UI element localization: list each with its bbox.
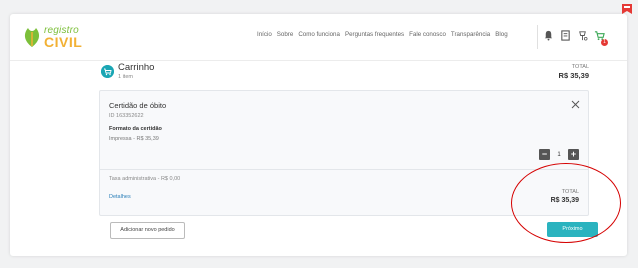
navbar: registro CIVIL Início Sobre Como funcion… [10, 14, 627, 61]
admin-fee: Taxa administrativa - R$ 0,00 [109, 176, 181, 182]
nav-link-transparencia[interactable]: Transparência [451, 31, 490, 38]
cart-item-count: 1 item [118, 74, 133, 80]
cart-item: Certidão de óbito ID 163352622 Formato d… [99, 90, 589, 216]
cart-title: Carrinho [118, 62, 155, 73]
logo-text-civil: CIVIL [44, 34, 83, 50]
quantity-value: 1 [557, 151, 561, 158]
divider [100, 169, 588, 170]
leaf-icon [24, 28, 40, 47]
details-link[interactable]: Detalhes [109, 194, 131, 200]
add-order-button[interactable]: Adicionar novo pedido [110, 222, 185, 239]
close-icon[interactable] [571, 100, 580, 109]
next-button[interactable]: Próximo [547, 222, 598, 237]
decrease-button[interactable]: − [539, 149, 550, 160]
nav-link-blog[interactable]: Blog [495, 31, 507, 38]
increase-button[interactable]: + [568, 149, 579, 160]
nav-link-perguntas[interactable]: Perguntas frequentes [345, 31, 404, 38]
document-icon[interactable] [560, 30, 571, 41]
cart-total-value: R$ 35,39 [558, 71, 589, 80]
item-title: Certidão de óbito [109, 101, 167, 110]
cart-header-icon [101, 65, 114, 78]
nav-link-como-funciona[interactable]: Como funciona [298, 31, 340, 38]
main-card: registro CIVIL Início Sobre Como funcion… [10, 14, 627, 256]
cart-count-badge: 1 [601, 39, 608, 46]
bookmark-icon [622, 4, 632, 14]
bell-icon[interactable] [543, 30, 554, 41]
logo[interactable]: registro CIVIL [22, 24, 92, 50]
cart-total-label: TOTAL [571, 64, 589, 70]
nav-link-sobre[interactable]: Sobre [277, 31, 294, 38]
quantity-stepper: − 1 + [539, 149, 579, 160]
item-id: ID 163352622 [109, 113, 144, 119]
item-total-label: TOTAL [561, 189, 579, 195]
nav-links: Início Sobre Como funciona Perguntas fre… [257, 31, 508, 38]
item-format-value: Impressa - R$ 35,39 [109, 136, 159, 142]
pin-icon[interactable] [577, 30, 588, 41]
nav-link-inicio[interactable]: Início [257, 31, 272, 38]
nav-divider [537, 25, 538, 49]
item-format-label: Formato da certidão [109, 126, 162, 132]
item-total-value: R$ 35,39 [550, 197, 579, 204]
nav-link-fale-conosco[interactable]: Fale conosco [409, 31, 446, 38]
